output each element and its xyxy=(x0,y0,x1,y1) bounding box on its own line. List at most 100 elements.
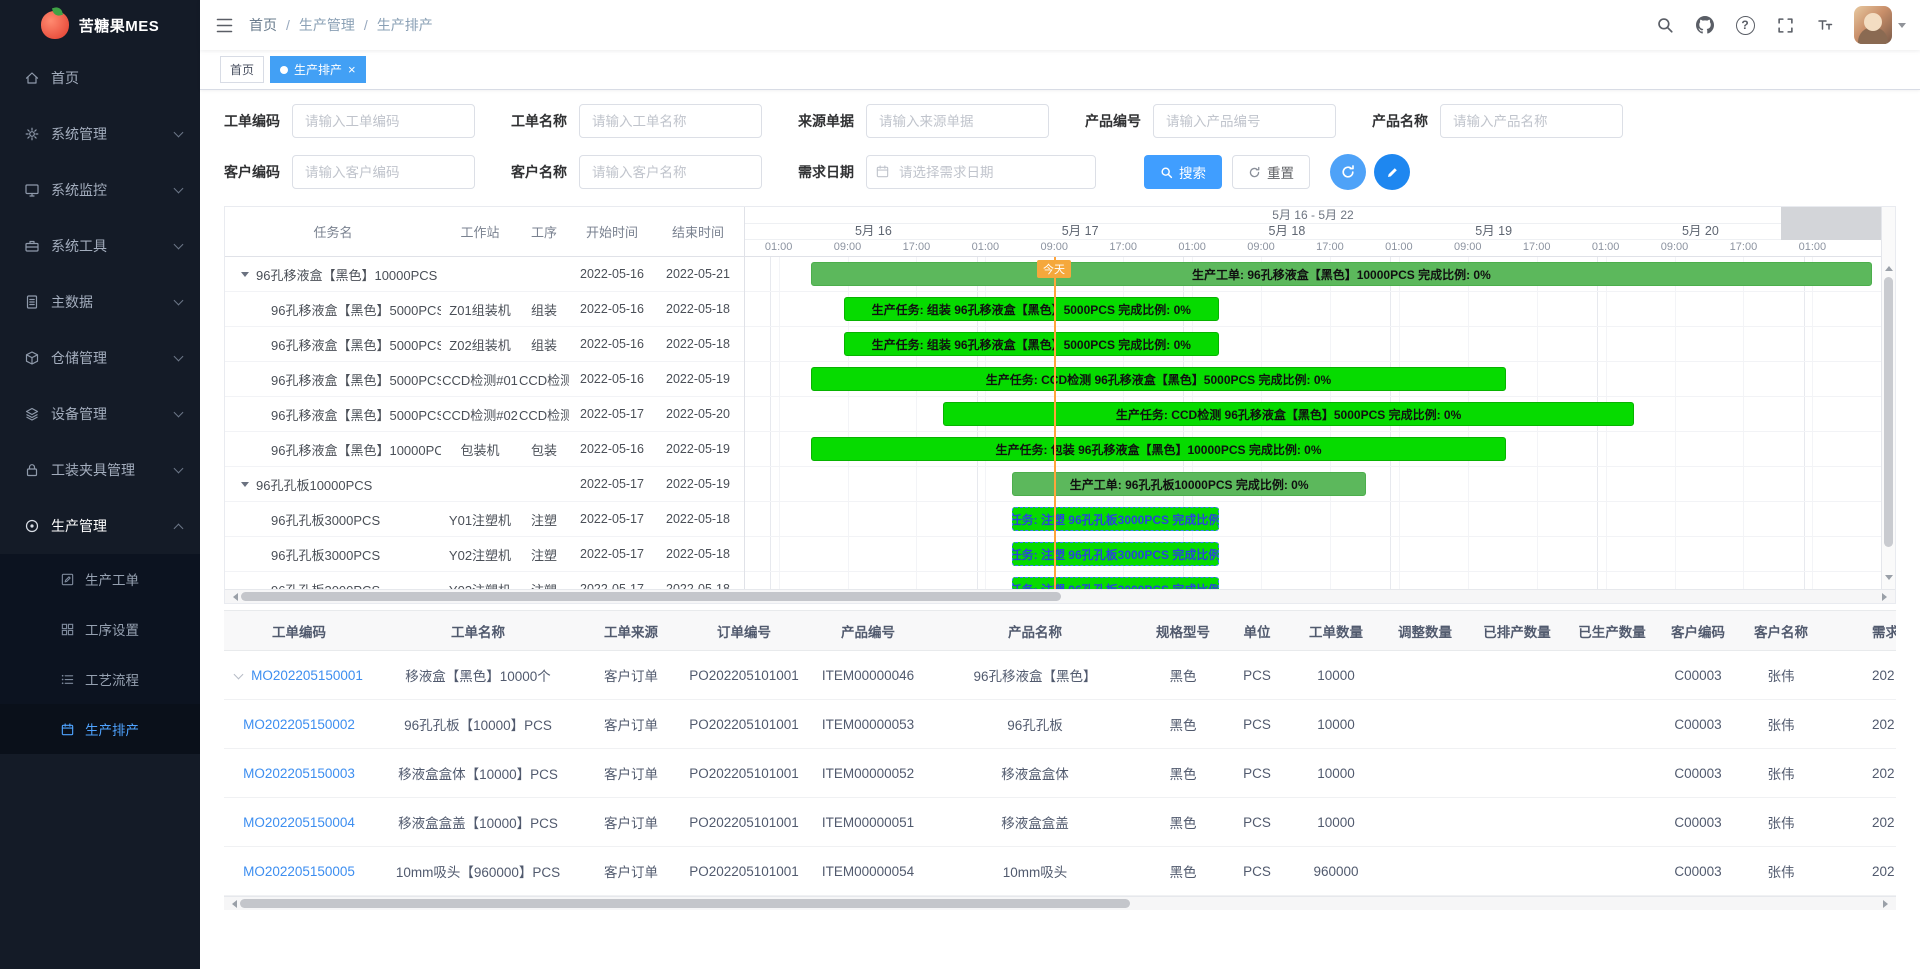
sidebar-item-equipment[interactable]: 设备管理 xyxy=(0,386,200,442)
fullscreen-button[interactable] xyxy=(1768,0,1802,50)
day-header-label: 5月 19 xyxy=(1390,224,1597,240)
order-cell: PO202205101001 xyxy=(680,749,808,798)
user-menu[interactable] xyxy=(1854,6,1906,44)
order-cell xyxy=(1468,798,1566,847)
gantt-task-row[interactable]: 96孔移液盒【黑色】5000PCSCCD检测#02CCD检测2022-05-17… xyxy=(225,397,744,432)
header-search-button[interactable] xyxy=(1648,0,1682,50)
sidebar-item-system-monitor[interactable]: 系统监控 xyxy=(0,162,200,218)
gantt-bar[interactable]: 生产任务: 注塑 96孔孔板3000PCS 完成比例: 0% xyxy=(1012,507,1219,531)
hour-header-label: 17:00 xyxy=(1316,241,1344,253)
sidebar-item-warehouse[interactable]: 仓储管理 xyxy=(0,330,200,386)
sidebar-subitem-process-settings[interactable]: 工序设置 xyxy=(0,604,200,654)
scroll-up-arrow[interactable] xyxy=(1885,262,1893,271)
sidebar-item-system-management[interactable]: 系统管理 xyxy=(0,106,200,162)
sidebar-item-master-data[interactable]: 主数据 xyxy=(0,274,200,330)
customer-name-input[interactable] xyxy=(579,155,762,189)
gantt-bar[interactable]: 生产工单: 96孔孔板10000PCS 完成比例: 0% xyxy=(1012,472,1366,496)
work-order-row[interactable]: MO202205150001移液盒【黑色】10000个客户订单PO2022051… xyxy=(224,651,1896,700)
fullscreen-icon xyxy=(1777,17,1794,34)
gantt-task-row[interactable]: 96孔移液盒【黑色】10000PCS2022-05-162022-05-21 xyxy=(225,257,744,292)
scrollbar-thumb[interactable] xyxy=(1884,277,1893,547)
sidebar-item-fixture-management[interactable]: 工装夹具管理 xyxy=(0,442,200,498)
gantt-vertical-scrollbar[interactable] xyxy=(1881,207,1895,589)
gantt-timeline-header: 5月 16 - 5月 22 5月 165月 175月 185月 195月 20 … xyxy=(745,207,1881,257)
work-order-link[interactable]: MO202205150003 xyxy=(243,766,355,781)
sidebar-item-label: 首页 xyxy=(51,68,79,88)
draw-circle-button[interactable] xyxy=(1374,154,1410,190)
font-size-button[interactable] xyxy=(1808,0,1842,50)
gantt-bar[interactable]: 生产工单: 96孔移液盒【黑色】10000PCS 完成比例: 0% xyxy=(811,262,1872,286)
gantt-task-row[interactable]: 96孔孔板3000PCSY02注塑机注塑2022-05-172022-05-18 xyxy=(225,537,744,572)
sync-circle-button[interactable] xyxy=(1330,154,1366,190)
order-cell: PCS xyxy=(1224,700,1290,749)
breadcrumb-home[interactable]: 首页 xyxy=(249,15,277,35)
work-order-link[interactable]: MO202205150004 xyxy=(243,815,355,830)
breadcrumb-production-management[interactable]: 生产管理 xyxy=(286,15,355,35)
customer-code-input[interactable] xyxy=(292,155,475,189)
work-order-link[interactable]: MO202205150001 xyxy=(251,668,363,683)
gantt-bar[interactable]: 生产任务: 注塑 96孔孔板3000PCS 完成比例: 0% xyxy=(1012,542,1219,566)
source-document-input[interactable] xyxy=(866,104,1049,138)
order-cell: 黑色 xyxy=(1142,847,1224,896)
collapse-arrow-icon[interactable] xyxy=(241,272,249,281)
work-order-code-input[interactable] xyxy=(292,104,475,138)
sidebar-item-production-management[interactable]: 生产管理 xyxy=(0,498,200,554)
user-avatar[interactable] xyxy=(1854,6,1892,44)
gantt-task-row[interactable]: 96孔移液盒【黑色】5000PCSCCD检测#01CCD检测2022-05-16… xyxy=(225,362,744,397)
tab-production-scheduling[interactable]: 生产排产 xyxy=(270,56,366,83)
sidebar-item-system-tools[interactable]: 系统工具 xyxy=(0,218,200,274)
gantt-bar[interactable]: 生产任务: 注塑 96孔孔板3000PCS 完成比例: 0% xyxy=(1012,577,1219,589)
sidebar-item-home[interactable]: 首页 xyxy=(0,50,200,106)
gantt-task-row[interactable]: 96孔移液盒【黑色】5000PCSZ01组装机组装2022-05-162022-… xyxy=(225,292,744,327)
scrollbar-thumb[interactable] xyxy=(240,899,1130,908)
order-cell: 96孔孔板 xyxy=(928,700,1142,749)
scroll-down-arrow[interactable] xyxy=(1885,575,1893,584)
gantt-bar[interactable]: 生产任务: CCD检测 96孔移液盒【黑色】5000PCS 完成比例: 0% xyxy=(943,402,1635,426)
scroll-left-arrow[interactable] xyxy=(228,900,237,908)
search-button[interactable]: 搜索 xyxy=(1144,155,1222,189)
gantt-task-row[interactable]: 96孔孔板3000PCSY01注塑机注塑2022-05-172022-05-18 xyxy=(225,502,744,537)
scroll-right-arrow[interactable] xyxy=(1883,900,1892,908)
github-link-button[interactable] xyxy=(1688,0,1722,50)
product-name-input[interactable] xyxy=(1440,104,1623,138)
work-order-row[interactable]: MO20220515000510mm吸头【960000】PCS客户订单PO202… xyxy=(224,847,1896,896)
product-code-input[interactable] xyxy=(1153,104,1336,138)
gantt-bar[interactable]: 生产任务: 包装 96孔移液盒【黑色】10000PCS 完成比例: 0% xyxy=(811,437,1506,461)
sidebar-subitem-production-scheduling[interactable]: 生产排产 xyxy=(0,704,200,754)
work-order-link[interactable]: MO202205150005 xyxy=(243,864,355,879)
work-order-row[interactable]: MO20220515000296孔孔板【10000】PCS客户订单PO20220… xyxy=(224,700,1896,749)
collapse-arrow-icon[interactable] xyxy=(241,482,249,491)
day-header-label: 5月 17 xyxy=(977,224,1184,240)
work-order-row[interactable]: MO202205150004移液盒盒盖【10000】PCS客户订单PO20220… xyxy=(224,798,1896,847)
row-expand-chevron-icon[interactable] xyxy=(234,669,244,679)
work-order-code-cell: MO202205150004 xyxy=(224,798,374,847)
gantt-task-row[interactable]: 96孔孔板3000PCSY03注塑机注塑2022-05-172022-05-18 xyxy=(225,572,744,589)
sidebar-subitem-process-flow[interactable]: 工艺流程 xyxy=(0,654,200,704)
work-order-link[interactable]: MO202205150002 xyxy=(243,717,355,732)
sidebar-toggle-button[interactable] xyxy=(200,0,249,50)
tab-home[interactable]: 首页 xyxy=(220,56,264,83)
sidebar-subitem-work-order[interactable]: 生产工单 xyxy=(0,554,200,604)
gantt-bar[interactable]: 生产任务: 组装 96孔移液盒【黑色】5000PCS 完成比例: 0% xyxy=(844,332,1219,356)
work-order-name-input[interactable] xyxy=(579,104,762,138)
scrollbar-thumb[interactable] xyxy=(241,592,1061,601)
demand-date-input[interactable] xyxy=(866,155,1096,189)
orders-horizontal-scrollbar[interactable] xyxy=(224,896,1896,910)
work-order-row[interactable]: MO202205150003移液盒盒体【10000】PCS客户订单PO20220… xyxy=(224,749,1896,798)
help-button[interactable] xyxy=(1728,0,1762,50)
app-logo[interactable]: 苦糖果MES xyxy=(0,0,200,50)
gantt-bar-row: 生产任务: 注塑 96孔孔板3000PCS 完成比例: 0% xyxy=(745,502,1881,537)
font-size-icon xyxy=(1816,17,1834,33)
hour-header-label: 01:00 xyxy=(972,241,1000,253)
gantt-bar[interactable]: 生产任务: CCD检测 96孔移液盒【黑色】5000PCS 完成比例: 0% xyxy=(811,367,1506,391)
gantt-task-row[interactable]: 96孔移液盒【黑色】10000PCS包装机包装2022-05-162022-05… xyxy=(225,432,744,467)
scroll-left-arrow[interactable] xyxy=(229,593,238,601)
reset-button[interactable]: 重置 xyxy=(1232,155,1310,189)
gantt-task-row[interactable]: 96孔孔板10000PCS2022-05-172022-05-19 xyxy=(225,467,744,502)
gantt-bar-label: 生产任务: 注塑 96孔孔板3000PCS 完成比例: 0% xyxy=(1012,581,1219,590)
gantt-task-row[interactable]: 96孔移液盒【黑色】5000PCSZ02组装机组装2022-05-162022-… xyxy=(225,327,744,362)
scroll-right-arrow[interactable] xyxy=(1882,593,1891,601)
gantt-horizontal-scrollbar[interactable] xyxy=(225,589,1895,603)
gantt-bar[interactable]: 生产任务: 组装 96孔移液盒【黑色】5000PCS 完成比例: 0% xyxy=(844,297,1219,321)
tab-close-icon[interactable] xyxy=(348,63,356,76)
